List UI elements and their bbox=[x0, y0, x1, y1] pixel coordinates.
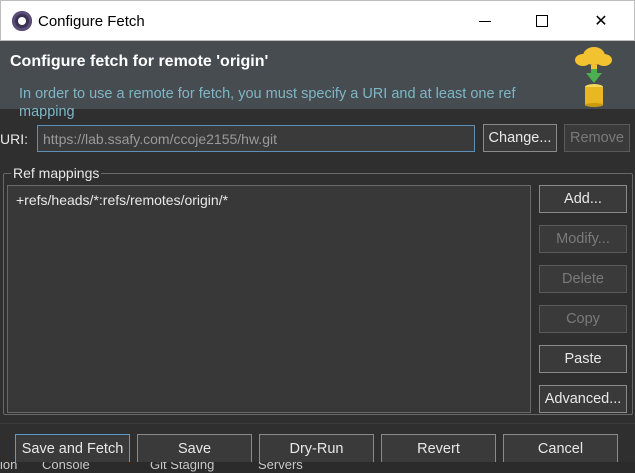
revert-button[interactable]: Revert bbox=[381, 434, 496, 464]
remove-uri-button[interactable]: Remove bbox=[564, 124, 630, 152]
paste-mapping-button[interactable]: Paste bbox=[539, 345, 627, 373]
ref-mappings-label: Ref mappings bbox=[11, 165, 102, 181]
maximize-icon bbox=[536, 15, 548, 27]
background-tab: ion bbox=[0, 462, 18, 472]
background-tab-console: Console bbox=[42, 462, 90, 472]
save-and-fetch-button[interactable]: Save and Fetch bbox=[15, 434, 130, 464]
minimize-button[interactable] bbox=[457, 1, 513, 41]
change-uri-button[interactable]: Change... bbox=[483, 124, 557, 152]
header-message: In order to use a remote for fetch, you … bbox=[19, 86, 516, 120]
background-tab-git-staging: Git Staging bbox=[150, 462, 215, 472]
dry-run-button[interactable]: Dry-Run bbox=[259, 434, 374, 464]
window-title: Configure Fetch bbox=[38, 13, 145, 30]
save-button[interactable]: Save bbox=[137, 434, 252, 464]
dialog-header: Configure fetch for remote 'origin' In o… bbox=[0, 41, 635, 120]
ref-mappings-group: Ref mappings +refs/heads/*:refs/remotes/… bbox=[3, 165, 633, 415]
uri-label: URI: bbox=[0, 131, 28, 147]
maximize-button[interactable] bbox=[514, 1, 570, 41]
add-mapping-button[interactable]: Add... bbox=[539, 185, 627, 213]
configure-fetch-dialog: Configure fetch for remote 'origin' In o… bbox=[0, 41, 635, 473]
close-button[interactable]: ✕ bbox=[573, 1, 629, 41]
cloud-fetch-icon bbox=[575, 47, 612, 107]
delete-mapping-button[interactable]: Delete bbox=[539, 265, 627, 293]
cancel-button[interactable]: Cancel bbox=[503, 434, 618, 464]
list-item[interactable]: +refs/heads/*:refs/remotes/origin/* bbox=[16, 192, 228, 208]
uri-input[interactable] bbox=[37, 125, 475, 152]
footer-separator bbox=[0, 423, 635, 424]
close-icon: ✕ bbox=[594, 13, 608, 30]
background-tab-servers: Servers bbox=[258, 462, 303, 472]
ref-mappings-list[interactable]: +refs/heads/*:refs/remotes/origin/* bbox=[7, 185, 531, 413]
modify-mapping-button[interactable]: Modify... bbox=[539, 225, 627, 253]
header-title: Configure fetch for remote 'origin' bbox=[10, 53, 269, 70]
eclipse-app-icon bbox=[12, 11, 32, 31]
advanced-mapping-button[interactable]: Advanced... bbox=[539, 385, 627, 413]
title-bar: Configure Fetch ✕ bbox=[0, 0, 635, 41]
copy-mapping-button[interactable]: Copy bbox=[539, 305, 627, 333]
minimize-icon bbox=[479, 20, 491, 22]
background-view-tabs: ion Console Git Staging Servers bbox=[0, 462, 635, 473]
